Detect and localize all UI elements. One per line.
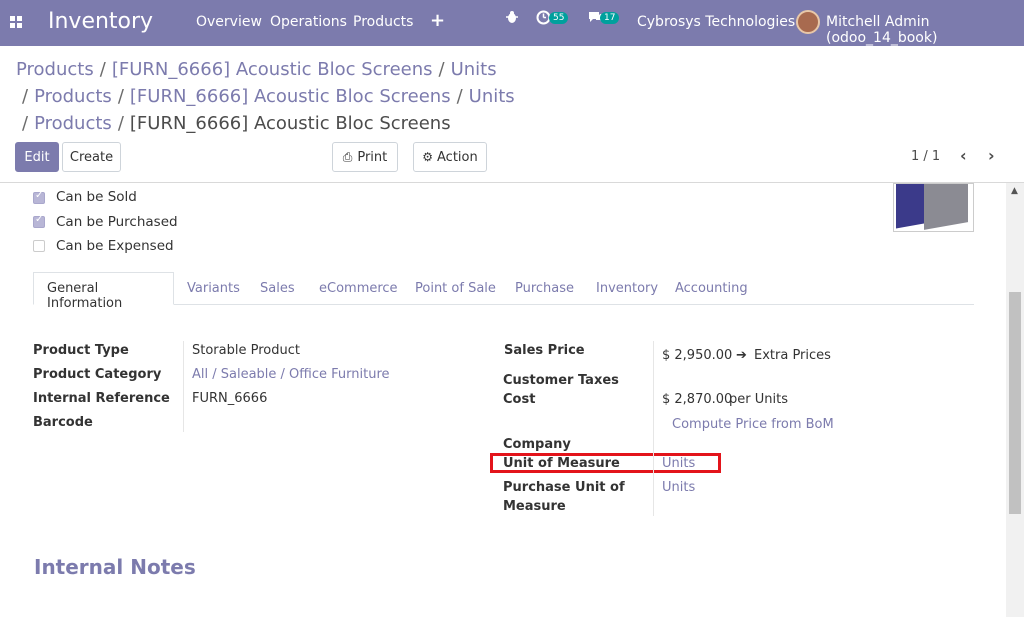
breadcrumb-current: [FURN_6666] Acoustic Bloc Screens [129, 113, 451, 134]
print-label: Print [357, 149, 388, 165]
sales-price-value[interactable]: $ 2,950.00 [662, 348, 732, 363]
chevron-right-icon[interactable]: › [988, 146, 995, 165]
breadcrumb-line-2: / Products / [FURN_6666] Acoustic Bloc Scre… [22, 86, 515, 107]
print-button[interactable]: ⎙ Print [332, 142, 398, 172]
breadcrumb-units[interactable]: Units [451, 59, 497, 80]
customer-taxes-label: Customer Taxes [503, 373, 619, 388]
company-switcher[interactable]: Cybrosys Technologies [637, 14, 795, 30]
tab-general-information[interactable]: General Information [33, 272, 174, 311]
action-label: Action [437, 149, 478, 165]
can-be-sold-label: Can be Sold [56, 189, 137, 205]
can-be-purchased-label: Can be Purchased [56, 214, 178, 230]
can-be-sold-checkbox[interactable] [33, 190, 45, 204]
user-menu[interactable]: Mitchell Admin (odoo_14_book) [826, 14, 1024, 46]
can-be-expensed-label: Can be Expensed [56, 238, 174, 254]
internal-reference-value[interactable]: FURN_6666 [192, 391, 267, 406]
menu-operations[interactable]: Operations [270, 14, 347, 30]
breadcrumb-units[interactable]: Units [469, 86, 515, 107]
cost-label: Cost [503, 392, 536, 407]
unit-of-measure-highlight [490, 453, 721, 473]
tabs-baseline [33, 304, 974, 305]
edit-button[interactable]: Edit [15, 142, 59, 172]
breadcrumb-products[interactable]: Products [34, 113, 112, 134]
apps-menu-icon[interactable] [10, 16, 24, 28]
tab-variants[interactable]: Variants [187, 281, 240, 296]
chevron-left-icon[interactable]: ‹ [960, 146, 967, 165]
product-type-value[interactable]: Storable Product [192, 343, 300, 358]
app-name[interactable]: Inventory [48, 9, 153, 34]
internal-reference-label: Internal Reference [33, 391, 170, 406]
extra-prices-link[interactable]: Extra Prices [754, 348, 831, 363]
breadcrumb-products[interactable]: Products [34, 86, 112, 107]
gear-icon: ⚙ [422, 150, 434, 164]
control-panel-divider [0, 182, 1024, 183]
pager-value[interactable]: 1 / 1 [911, 149, 940, 164]
bug-icon[interactable] [505, 10, 519, 28]
message-count-badge: 17 [600, 12, 620, 24]
product-type-label: Product Type [33, 343, 129, 358]
cost-unit: per Units [729, 392, 788, 407]
barcode-label: Barcode [33, 415, 93, 430]
purchase-uom-label: Purchase Unit of [503, 480, 625, 495]
tab-point-of-sale[interactable]: Point of Sale [415, 281, 496, 296]
sales-price-label: Sales Price [504, 343, 585, 358]
tab-accounting[interactable]: Accounting [675, 281, 748, 296]
product-category-label: Product Category [33, 367, 162, 382]
action-button[interactable]: ⚙ Action [413, 142, 487, 172]
company-label: Company [503, 437, 571, 452]
tab-inventory[interactable]: Inventory [596, 281, 658, 296]
tab-ecommerce[interactable]: eCommerce [319, 281, 398, 296]
breadcrumb-products[interactable]: Products [16, 59, 94, 80]
user-avatar[interactable] [796, 10, 820, 34]
activity-count-badge: 55 [549, 12, 569, 24]
menu-overview[interactable]: Overview [196, 14, 262, 30]
arrow-right-icon[interactable]: ➔ [736, 348, 747, 363]
tab-purchase[interactable]: Purchase [515, 281, 574, 296]
cost-value[interactable]: $ 2,870.00 [662, 392, 732, 407]
right-group-separator [653, 341, 654, 516]
can-be-expensed-checkbox[interactable] [33, 240, 45, 252]
compute-price-bom-button[interactable]: Compute Price from BoM [672, 417, 834, 432]
create-button[interactable]: Create [62, 142, 121, 172]
scrollbar-thumb[interactable] [1009, 292, 1021, 514]
product-image[interactable] [893, 183, 974, 232]
tab-sales[interactable]: Sales [260, 281, 295, 296]
breadcrumb-line-3: / Products / [FURN_6666] Acoustic Bloc Scre… [22, 113, 451, 134]
top-navbar: Inventory Overview Operations Products +… [0, 0, 1024, 46]
plus-icon[interactable]: + [430, 10, 445, 31]
breadcrumb-product[interactable]: [FURN_6666] Acoustic Bloc Screens [130, 86, 451, 107]
breadcrumb-line-1: Products / [FURN_6666] Acoustic Bloc Scree… [16, 59, 497, 80]
menu-products[interactable]: Products [353, 14, 413, 30]
left-group-separator [183, 341, 184, 432]
internal-notes-title: Internal Notes [34, 555, 196, 579]
printer-icon: ⎙ [342, 149, 353, 164]
breadcrumb-product[interactable]: [FURN_6666] Acoustic Bloc Screens [112, 59, 433, 80]
product-category-value[interactable]: All / Saleable / Office Furniture [192, 367, 390, 382]
tab-label: General Information [47, 281, 123, 311]
can-be-purchased-checkbox[interactable] [33, 214, 45, 228]
purchase-uom-label-line2: Measure [503, 499, 566, 514]
purchase-uom-value[interactable]: Units [662, 480, 695, 495]
scroll-up-arrow-icon[interactable]: ▲ [1011, 186, 1018, 196]
